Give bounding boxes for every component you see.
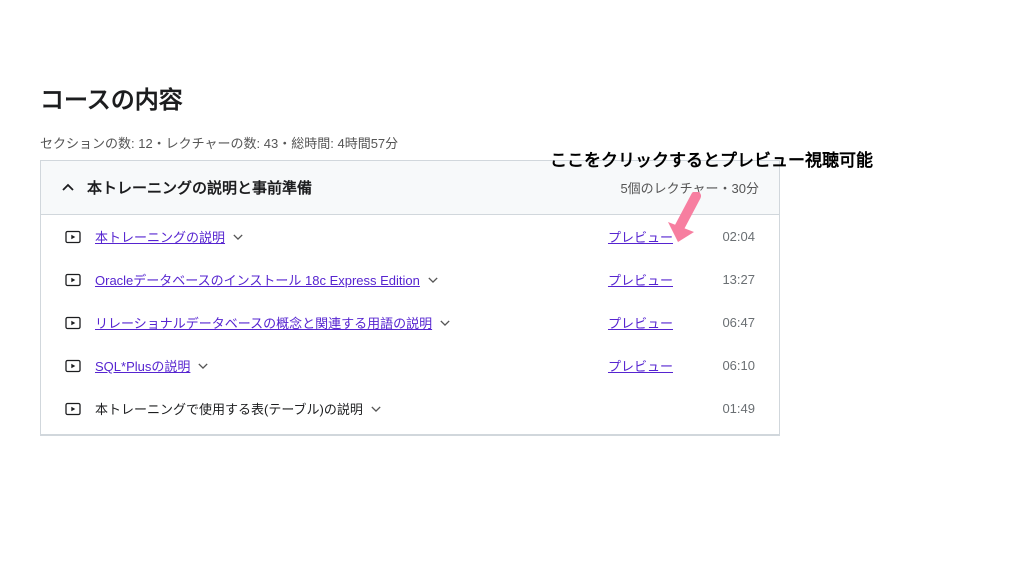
preview-link[interactable]: プレビュー: [601, 313, 673, 332]
chevron-down-icon[interactable]: [438, 316, 452, 330]
lecture-row: 本トレーニングで使用する表(テーブル)の説明 プレビュー 01:49: [41, 387, 779, 430]
lecture-title-link[interactable]: SQL*Plusの説明: [95, 356, 190, 375]
lecture-duration: 06:47: [711, 315, 755, 330]
play-icon: [65, 272, 81, 288]
preview-link[interactable]: プレビュー: [601, 270, 673, 289]
lecture-title-link[interactable]: Oracleデータベースのインストール 18c Express Edition: [95, 270, 420, 289]
lecture-duration: 01:49: [711, 401, 755, 416]
lecture-title-link[interactable]: 本トレーニングの説明: [95, 227, 225, 246]
play-icon: [65, 315, 81, 331]
page-title: コースの内容: [40, 80, 780, 115]
chevron-up-icon: [61, 181, 75, 195]
section-title: 本トレーニングの説明と事前準備: [87, 177, 620, 198]
lecture-list: 本トレーニングの説明 プレビュー 02:04 Oracleデータベースのインスト…: [41, 215, 779, 430]
lecture-row: Oracleデータベースのインストール 18c Express Edition …: [41, 258, 779, 301]
play-icon: [65, 229, 81, 245]
lecture-duration: 02:04: [711, 229, 755, 244]
play-icon: [65, 401, 81, 417]
play-icon: [65, 358, 81, 374]
section-meta: 5個のレクチャー・30分: [620, 178, 759, 197]
lecture-title-link[interactable]: リレーショナルデータベースの概念と関連する用語の説明: [95, 313, 432, 332]
chevron-down-icon[interactable]: [231, 230, 245, 244]
section-box: 本トレーニングの説明と事前準備 5個のレクチャー・30分 本トレーニングの説明 …: [40, 160, 780, 436]
lecture-row: リレーショナルデータベースの概念と関連する用語の説明 プレビュー 06:47: [41, 301, 779, 344]
annotation-text: ここをクリックするとプレビュー視聴可能: [550, 146, 873, 171]
preview-link[interactable]: プレビュー: [601, 356, 673, 375]
preview-link[interactable]: プレビュー: [601, 227, 673, 246]
chevron-down-icon[interactable]: [426, 273, 440, 287]
section-divider: [41, 434, 779, 435]
lecture-row: 本トレーニングの説明 プレビュー 02:04: [41, 215, 779, 258]
lecture-row: SQL*Plusの説明 プレビュー 06:10: [41, 344, 779, 387]
lecture-duration: 13:27: [711, 272, 755, 287]
chevron-down-icon[interactable]: [196, 359, 210, 373]
lecture-title: 本トレーニングで使用する表(テーブル)の説明: [95, 399, 363, 418]
lecture-duration: 06:10: [711, 358, 755, 373]
chevron-down-icon[interactable]: [369, 402, 383, 416]
